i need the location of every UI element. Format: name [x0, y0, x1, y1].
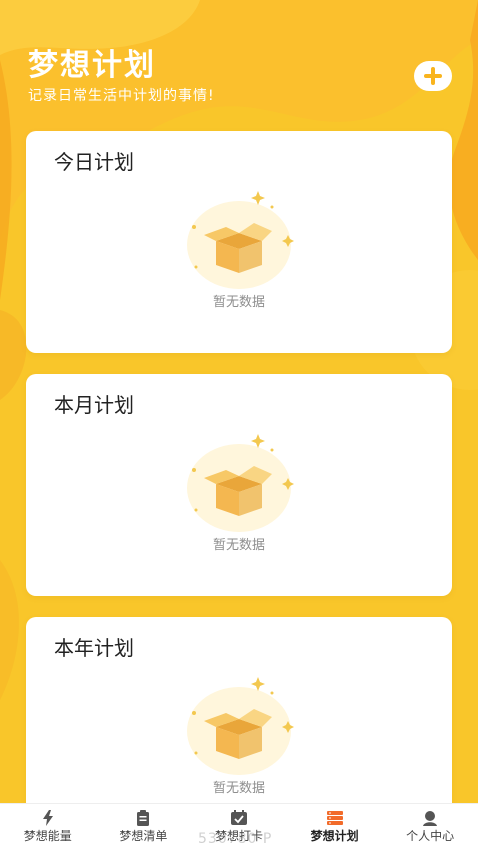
tab-dream-energy[interactable]: 梦想能量	[0, 804, 96, 851]
empty-state-text: 暂无数据	[212, 538, 265, 553]
plus-icon	[424, 67, 442, 85]
tab-dream-plan[interactable]: 梦想计划	[287, 804, 383, 851]
page-subtitle: 记录日常生活中计划的事情!	[28, 88, 215, 104]
watermark-text: 530780 P	[198, 831, 273, 847]
daily-plan-card[interactable]: 今日计划 暂无数据	[26, 131, 452, 353]
tab-label: 个人中心	[406, 829, 455, 843]
card-title-daily: 今日计划	[54, 150, 134, 174]
empty-state-text: 暂无数据	[212, 295, 265, 310]
card-title-monthly: 本月计划	[54, 393, 134, 417]
card-title-yearly: 本年计划	[54, 636, 134, 660]
page-title: 梦想计划	[28, 48, 156, 83]
empty-box-icon	[187, 677, 294, 775]
clipboard-icon	[137, 810, 150, 826]
tab-label: 梦想能量	[23, 829, 72, 843]
add-plan-button[interactable]	[414, 61, 452, 91]
plan-list-icon	[326, 811, 343, 825]
lightning-icon	[42, 810, 53, 826]
tab-profile[interactable]: 个人中心	[382, 804, 478, 851]
empty-box-icon	[187, 191, 294, 289]
tab-label: 梦想计划	[310, 829, 359, 843]
tab-label: 梦想清单	[119, 829, 168, 843]
empty-state-text: 暂无数据	[212, 781, 265, 796]
monthly-plan-card[interactable]: 本月计划 暂无数据	[26, 374, 452, 596]
yearly-plan-card[interactable]: 本年计划 暂无数据	[26, 617, 452, 817]
tab-dream-list[interactable]: 梦想清单	[96, 804, 192, 851]
checkin-icon	[230, 810, 247, 825]
user-icon	[423, 811, 438, 826]
empty-box-icon	[187, 434, 294, 532]
